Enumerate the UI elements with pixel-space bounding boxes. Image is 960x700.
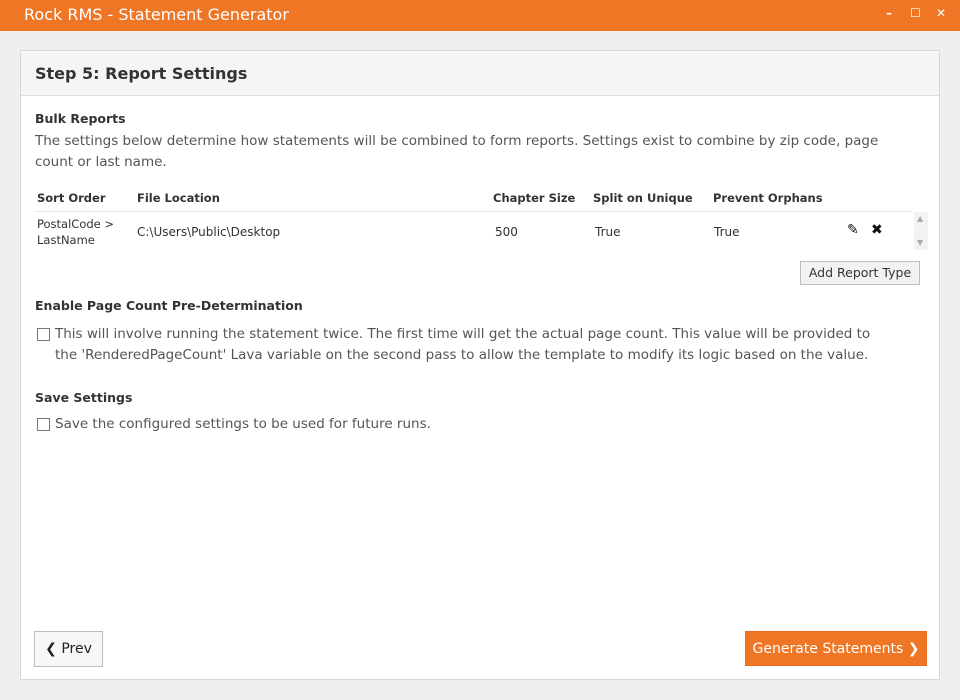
col-file-location: File Location (137, 191, 220, 205)
cell-sort-order-2: LastName (37, 233, 95, 247)
page-title: Step 5: Report Settings (35, 64, 248, 83)
add-report-type-button[interactable]: Add Report Type (800, 261, 920, 285)
cell-sort-order-1: PostalCode > (37, 217, 115, 231)
scroll-down-icon[interactable]: ▼ (917, 238, 923, 247)
prev-button[interactable]: ❮ Prev (34, 631, 103, 667)
pencil-icon[interactable]: ✎ (847, 222, 859, 238)
col-split-on-unique: Split on Unique (593, 191, 693, 205)
save-settings-checkbox[interactable] (37, 418, 50, 431)
page-count-checkbox[interactable] (37, 328, 50, 341)
window-title: Rock RMS - Statement Generator (24, 5, 289, 24)
table-divider (35, 211, 913, 212)
cell-chapter-size: 500 (495, 225, 518, 239)
close-icon[interactable]: ✖ (871, 222, 883, 238)
prev-label: Prev (61, 641, 92, 657)
maximize-icon[interactable]: ☐ (910, 6, 921, 20)
chevron-left-icon: ❮ (45, 641, 57, 657)
title-bar: Rock RMS - Statement Generator – ☐ ✕ (0, 0, 960, 31)
bulk-reports-description: The settings below determine how stateme… (35, 133, 879, 170)
table-scrollbar[interactable]: ▲ ▼ (914, 212, 928, 250)
cell-split-on-unique: True (595, 225, 621, 239)
page-count-label: This will involve running the statement … (55, 326, 871, 363)
report-settings-panel: Step 5: Report Settings Bulk Reports The… (20, 50, 940, 680)
save-settings-heading: Save Settings (35, 390, 133, 405)
col-prevent-orphans: Prevent Orphans (713, 191, 823, 205)
col-sort-order: Sort Order (37, 191, 106, 205)
generate-statements-label: Generate Statements (752, 641, 904, 657)
cell-prevent-orphans: True (714, 225, 740, 239)
chevron-right-icon: ❯ (907, 641, 920, 657)
bulk-reports-heading: Bulk Reports (35, 111, 126, 126)
panel-header: Step 5: Report Settings (21, 51, 939, 96)
generate-statements-button[interactable]: Generate Statements ❯ (745, 631, 927, 666)
save-settings-label: Save the configured settings to be used … (55, 416, 431, 432)
minimize-icon[interactable]: – (886, 6, 892, 20)
close-window-icon[interactable]: ✕ (936, 6, 946, 20)
scroll-up-icon[interactable]: ▲ (917, 214, 923, 223)
cell-file-location: C:\Users\Public\Desktop (137, 225, 281, 239)
page-count-heading: Enable Page Count Pre-Determination (35, 298, 303, 313)
col-chapter-size: Chapter Size (493, 191, 576, 205)
